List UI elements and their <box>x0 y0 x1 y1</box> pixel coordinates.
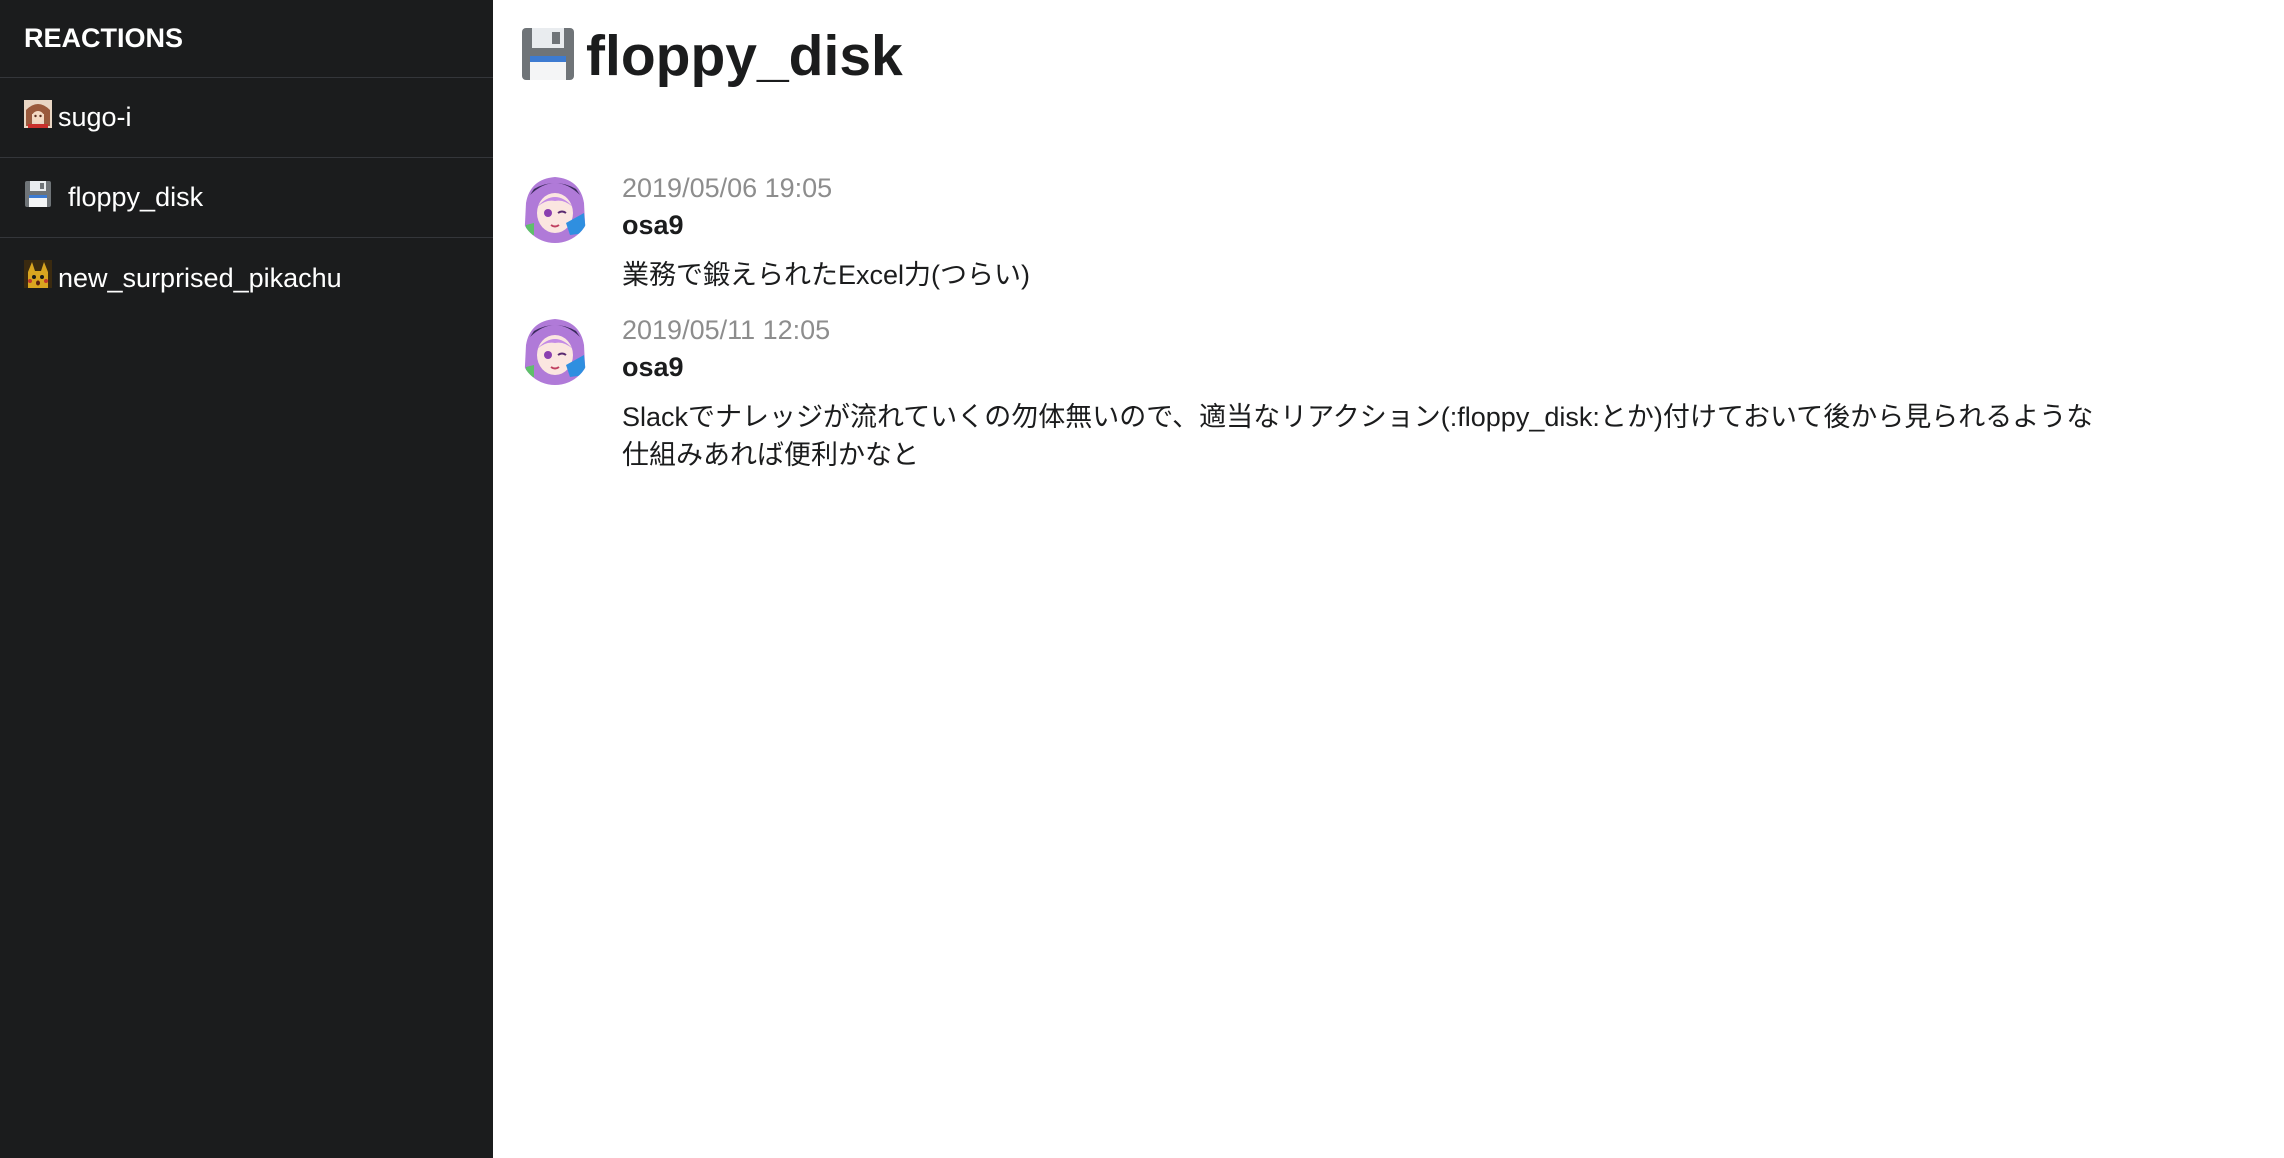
message-username[interactable]: osa9 <box>622 348 2112 386</box>
message-body: 2019/05/11 12:05 osa9 Slackでナレッジが流れていくの勿… <box>622 312 2112 474</box>
sidebar-item-label: new_surprised_pikachu <box>58 262 342 293</box>
avatar[interactable] <box>520 315 590 385</box>
message-timestamp[interactable]: 2019/05/06 19:05 <box>622 170 2112 206</box>
message-text: Slackでナレッジが流れていくの勿体無いので、適当なリアクション(:flopp… <box>622 402 2094 470</box>
floppy-disk-icon <box>24 180 52 208</box>
floppy-disk-icon <box>520 26 576 82</box>
app: REACTIONS sugo-i floppy_disk new_surpris… <box>0 0 2284 1158</box>
main-content: floppy_disk 2019/05/06 19:05 osa9 業務で鍛えら… <box>493 0 2284 1158</box>
sidebar: REACTIONS sugo-i floppy_disk new_surpris… <box>0 0 493 1158</box>
page-title: floppy_disk <box>520 0 2284 112</box>
sidebar-item-label: floppy_disk <box>68 182 204 212</box>
page-title-text: floppy_disk <box>586 24 903 88</box>
sidebar-header: REACTIONS <box>0 0 493 78</box>
sidebar-item-new-surprised-pikachu[interactable]: new_surprised_pikachu <box>0 238 493 318</box>
message-text: 業務で鍛えられたExcel力(つらい) <box>622 260 1031 290</box>
avatar[interactable] <box>520 173 590 243</box>
message-body: 2019/05/06 19:05 osa9 業務で鍛えられたExcel力(つらい… <box>622 170 2112 294</box>
sidebar-item-sugo-i[interactable]: sugo-i <box>0 78 493 158</box>
sidebar-item-floppy-disk[interactable]: floppy_disk <box>0 158 493 238</box>
pikachu-emoji-icon <box>24 260 52 288</box>
sugo-i-emoji-icon <box>24 99 52 128</box>
sidebar-item-label: sugo-i <box>58 102 132 132</box>
message: 2019/05/06 19:05 osa9 業務で鍛えられたExcel力(つらい… <box>520 170 2284 294</box>
message-username[interactable]: osa9 <box>622 206 2112 244</box>
message: 2019/05/11 12:05 osa9 Slackでナレッジが流れていくの勿… <box>520 312 2284 474</box>
message-timestamp[interactable]: 2019/05/11 12:05 <box>622 312 2112 348</box>
message-list: 2019/05/06 19:05 osa9 業務で鍛えられたExcel力(つらい… <box>520 170 2284 474</box>
